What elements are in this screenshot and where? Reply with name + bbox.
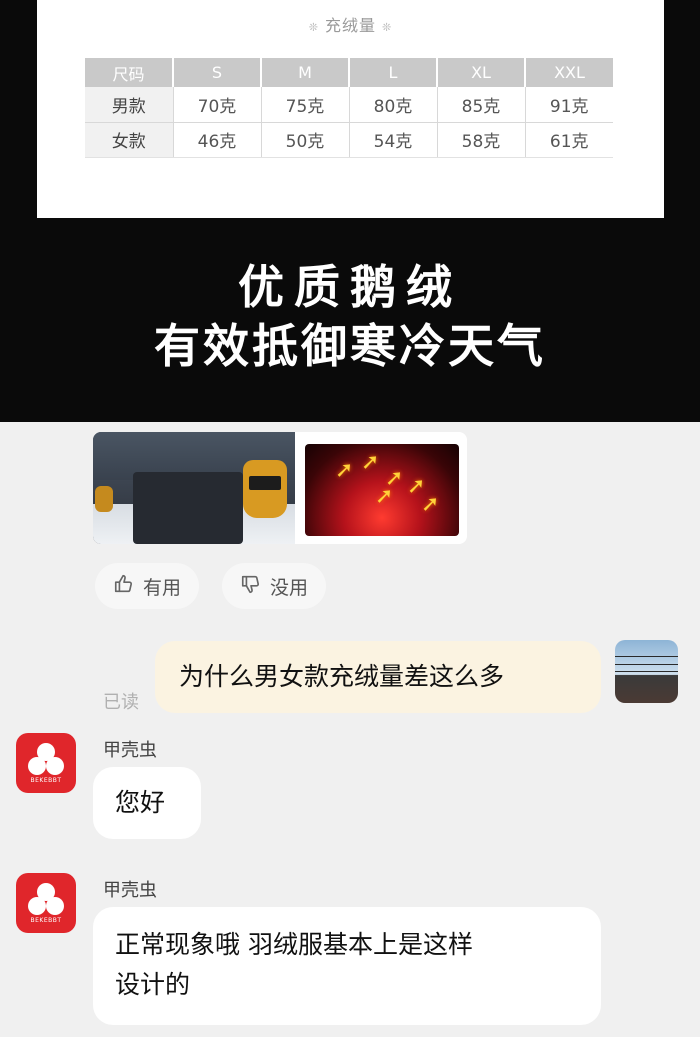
table-row: 男款 70克 75克 80克 85克 91克 [85,87,613,123]
table-row: 女款 46克 50克 54克 58克 61克 [85,122,613,158]
shop-reply-bubble[interactable]: 正常现象哦 羽绒服基本上是这样 设计的 [93,907,601,1025]
product-detail-image: ❊ 充绒量 ❊ 尺码 S M L XL XXL 男款 70克 75克 80克 8… [0,0,700,422]
table-row-label: 男款 [85,87,174,123]
table-header-row: 尺码 S M L XL XXL [85,58,613,87]
shop-reply-bubble[interactable]: 您好 [93,767,201,839]
title-deco-left: ❊ [308,21,319,34]
title-deco-right: ❊ [382,21,393,34]
shop-avatar[interactable]: BEKEBBT [16,733,76,793]
table-cell: 46克 [173,122,262,158]
shop-name: 甲壳虫 [103,740,157,761]
table-header-cell: L [349,58,438,87]
logo-circle [46,757,64,775]
table-header-cell: XXL [525,58,613,87]
table-cell: 61克 [525,122,613,158]
photo-pants [133,472,243,544]
useless-button[interactable]: 没用 [222,563,327,609]
table-cell: 91克 [525,87,613,123]
table-row-label: 女款 [85,122,174,158]
shop-logo-text: BEKEBBT [30,777,62,784]
table-header-cell: 尺码 [85,58,174,87]
avatar[interactable] [615,640,678,703]
useless-label: 没用 [270,576,309,599]
my-message-bubble[interactable]: 为什么男女款充绒量差这么多 [155,641,601,713]
avatar-wire [615,664,678,665]
review-photo-heat[interactable]: ➚ ➚ ➚ ➚ ➚ ➚ [305,444,459,536]
fill-weight-title-text: 充绒量 [324,16,376,35]
logo-circle [28,897,46,915]
thumbs-down-icon [240,573,262,600]
heat-arrow-icon: ➚ [375,484,394,509]
table-header-cell: S [173,58,262,87]
useful-button[interactable]: 有用 [95,563,200,609]
table-header-cell: XL [437,58,526,87]
table-header-cell: M [261,58,350,87]
avatar-wire [615,656,678,657]
review-image-strip: ➚ ➚ ➚ ➚ ➚ ➚ [93,432,467,544]
fill-weight-sheet: ❊ 充绒量 ❊ 尺码 S M L XL XXL 男款 70克 75克 80克 8… [37,0,664,218]
table-cell: 70克 [173,87,262,123]
table-cell: 54克 [349,122,438,158]
table-cell: 85克 [437,87,526,123]
table-cell: 58克 [437,122,526,158]
read-status: 已读 [103,692,139,713]
heat-arrow-icon: ➚ [335,458,354,483]
shop-reply-text: 您好 [115,788,166,817]
photo-glove-left [95,486,113,512]
photo-glove [243,460,287,518]
fill-weight-title: ❊ 充绒量 ❊ [37,12,664,36]
photo-glove-strap [249,476,281,490]
table-cell: 75克 [261,87,350,123]
thumbs-up-icon [113,573,135,600]
heat-arrow-icon: ➚ [421,492,440,517]
logo-circle [46,897,64,915]
logo-circle [28,757,46,775]
fill-weight-table: 尺码 S M L XL XXL 男款 70克 75克 80克 85克 91克 女… [85,58,613,158]
review-photo-jacket[interactable] [93,432,295,544]
shop-name: 甲壳虫 [103,880,157,901]
shop-reply-text-line1: 正常现象哦 羽绒服基本上是这样 [115,930,473,959]
promo-subheadline: 有效抵御寒冷天气 [154,319,546,373]
table-cell: 50克 [261,122,350,158]
avatar-wire [615,671,678,672]
shop-avatar[interactable]: BEKEBBT [16,873,76,933]
promo-headline: 优质鹅绒 [238,260,462,314]
shop-logo-text: BEKEBBT [30,917,62,924]
promo-banner: 优质鹅绒 有效抵御寒冷天气 [0,258,700,376]
table-cell: 80克 [349,87,438,123]
shop-reply-text-line2: 设计的 [115,970,191,999]
my-message-text: 为什么男女款充绒量差这么多 [179,662,505,691]
heat-arrow-icon: ➚ [361,450,380,475]
useful-label: 有用 [143,576,182,599]
